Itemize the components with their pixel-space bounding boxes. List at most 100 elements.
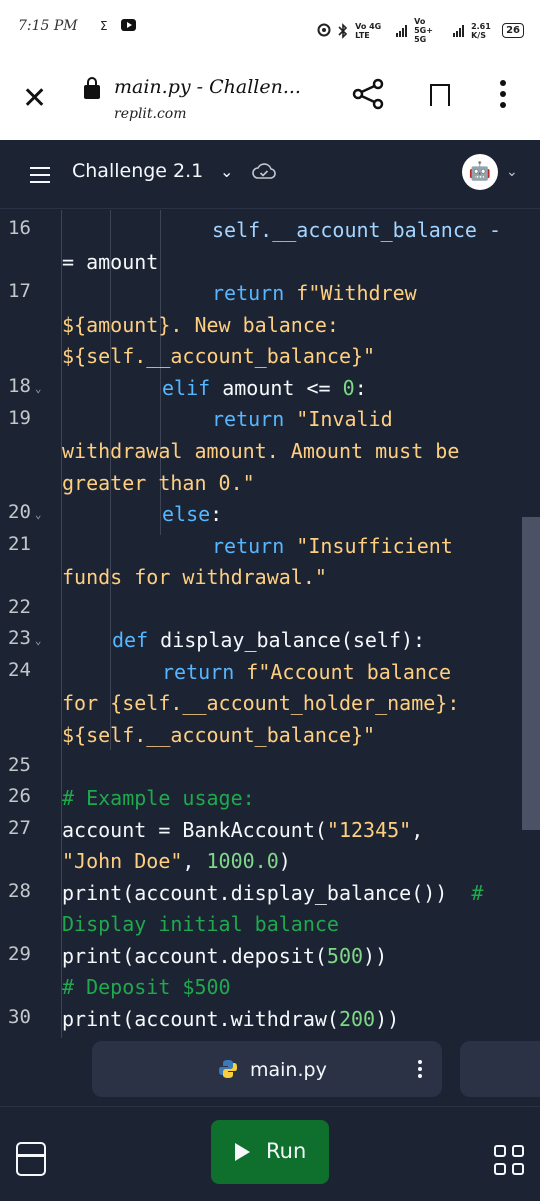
code-token: 0 bbox=[342, 376, 355, 400]
code-line[interactable]: account = BankAccount("12345", bbox=[62, 818, 423, 842]
code-token: # bbox=[471, 881, 484, 905]
more-vert-icon[interactable] bbox=[418, 1060, 422, 1081]
code-line[interactable]: "John Doe", 1000.0) bbox=[62, 849, 291, 873]
line-number: 24 bbox=[8, 659, 31, 681]
code-token: , bbox=[182, 849, 207, 873]
bluetooth-icon bbox=[338, 22, 348, 39]
code-line[interactable]: print(account.display_balance()) # bbox=[62, 881, 483, 905]
line-number: 29 bbox=[8, 943, 31, 965]
sigma-icon: Σ bbox=[100, 19, 108, 33]
code-line[interactable]: return f"Account balance bbox=[162, 660, 451, 684]
code-line[interactable]: withdrawal amount. Amount must be bbox=[62, 439, 459, 463]
code-line[interactable]: greater than 0." bbox=[62, 471, 255, 495]
line-number: 17 bbox=[8, 280, 31, 302]
line-number: 27 bbox=[8, 817, 31, 839]
chevron-down-icon[interactable]: ⌄ bbox=[220, 162, 233, 181]
line-number: 20 ⌄ bbox=[8, 501, 48, 523]
code-line[interactable]: print(account.withdraw(200)) bbox=[62, 1007, 399, 1031]
fold-icon[interactable]: ⌄ bbox=[35, 634, 42, 647]
code-token: : bbox=[354, 376, 367, 400]
menu-icon[interactable] bbox=[30, 167, 50, 188]
battery-icon: 26 bbox=[502, 23, 524, 38]
code-editor[interactable]: 16 17 18 ⌄ 19 20 ⌄ 21 22 23 ⌄ 24 25 26 27 2… bbox=[0, 210, 540, 1038]
code-line[interactable]: ${self.__account_balance}" bbox=[62, 723, 375, 747]
avatar[interactable]: 🤖 bbox=[462, 154, 498, 190]
code-line[interactable]: = amount bbox=[62, 250, 158, 274]
repl-name[interactable]: Challenge 2.1 bbox=[72, 160, 203, 182]
line-number: 28 bbox=[8, 880, 31, 902]
bookmark-icon[interactable] bbox=[430, 84, 450, 108]
code-token: )) bbox=[375, 1007, 400, 1031]
status-time: 7:15 PM bbox=[18, 18, 78, 34]
browser-url-bar: ✕ main.py - Challen... replit.com bbox=[0, 56, 540, 140]
editor-scrollbar[interactable] bbox=[522, 517, 540, 830]
tab-secondary[interactable] bbox=[460, 1041, 540, 1097]
line-number-row: 22 bbox=[0, 596, 540, 628]
more-vert-icon[interactable] bbox=[500, 80, 506, 113]
code-token: return bbox=[212, 281, 285, 305]
code-line[interactable]: return f"Withdrew bbox=[212, 281, 417, 305]
code-token: print(account.deposit( bbox=[62, 944, 327, 968]
line-number-row: 20 ⌄ bbox=[0, 501, 540, 533]
file-tabs: main.py bbox=[0, 1038, 540, 1102]
line-number: 25 bbox=[8, 754, 31, 776]
code-line[interactable]: else: bbox=[162, 502, 222, 526]
run-bar: Run bbox=[0, 1106, 540, 1201]
location-icon bbox=[317, 23, 331, 36]
python-icon bbox=[219, 1060, 237, 1078]
page-domain[interactable]: replit.com bbox=[114, 106, 187, 122]
line-number: 30 bbox=[8, 1006, 31, 1028]
code-line[interactable]: def display_balance(self): bbox=[112, 628, 425, 652]
fold-icon[interactable]: ⌄ bbox=[35, 382, 42, 395]
code-token: : bbox=[210, 502, 223, 526]
line-number: 23 ⌄ bbox=[8, 627, 48, 649]
lock-icon bbox=[84, 77, 100, 99]
code-line[interactable]: return "Insufficient bbox=[212, 534, 453, 558]
line-number: 22 bbox=[8, 596, 31, 618]
tab-main-py[interactable]: main.py bbox=[92, 1041, 442, 1097]
share-icon[interactable] bbox=[352, 78, 384, 110]
code-token: return bbox=[212, 407, 285, 431]
code-token: "Invalid bbox=[296, 407, 393, 431]
apps-grid-icon[interactable] bbox=[494, 1145, 526, 1177]
code-token: def bbox=[112, 628, 149, 652]
signal-1-icon bbox=[396, 24, 408, 37]
code-token: print(account.display_balance()) bbox=[62, 881, 448, 905]
run-button[interactable]: Run bbox=[211, 1120, 329, 1184]
code-token: "Insufficient bbox=[296, 534, 453, 558]
code-token: ) bbox=[278, 849, 291, 873]
code-line[interactable]: funds for withdrawal." bbox=[62, 565, 327, 589]
fold-icon[interactable]: ⌄ bbox=[35, 508, 42, 521]
code-line[interactable]: self.__account_balance - bbox=[212, 218, 501, 242]
code-line[interactable]: for {self.__account_holder_name}: bbox=[62, 691, 459, 715]
play-icon bbox=[235, 1143, 250, 1161]
code-line[interactable]: # Example usage: bbox=[62, 786, 255, 810]
code-line[interactable]: Display initial balance bbox=[62, 912, 339, 936]
status-icons: Vo 4G LTE Vo 5G+ 5G 2.61 K/S 26 bbox=[317, 17, 524, 44]
code-line[interactable]: print(account.deposit(500)) bbox=[62, 944, 387, 968]
code-token: amount <= bbox=[222, 376, 331, 400]
code-line[interactable]: # Deposit $500 bbox=[62, 975, 231, 999]
code-token: f"Account balance bbox=[246, 660, 451, 684]
net-speed: 2.61 K/S bbox=[471, 21, 491, 40]
code-token: f"Withdrew bbox=[296, 281, 417, 305]
line-number: 18 ⌄ bbox=[8, 375, 48, 397]
database-icon[interactable] bbox=[16, 1142, 46, 1176]
code-line[interactable]: ${amount}. New balance: bbox=[62, 313, 339, 337]
code-line[interactable]: elif amount <= 0: bbox=[162, 376, 367, 400]
line-number-row: 25 bbox=[0, 754, 540, 786]
code-token: 200 bbox=[338, 1007, 376, 1031]
line-number: 21 bbox=[8, 533, 31, 555]
page-title[interactable]: main.py - Challen... bbox=[114, 76, 301, 98]
code-line[interactable]: ${self.__account_balance}" bbox=[62, 344, 375, 368]
code-token: return bbox=[212, 534, 285, 558]
chevron-down-icon[interactable]: ⌄ bbox=[506, 164, 518, 180]
signal-2-icon bbox=[453, 24, 465, 37]
code-token: else bbox=[162, 502, 211, 526]
close-icon[interactable]: ✕ bbox=[22, 84, 47, 114]
code-line[interactable]: return "Invalid bbox=[212, 407, 393, 431]
code-token: 500 bbox=[326, 944, 364, 968]
line-number-text: 20 bbox=[8, 501, 31, 523]
line-number: 16 bbox=[8, 217, 31, 239]
line-number-text: 18 bbox=[8, 375, 31, 397]
